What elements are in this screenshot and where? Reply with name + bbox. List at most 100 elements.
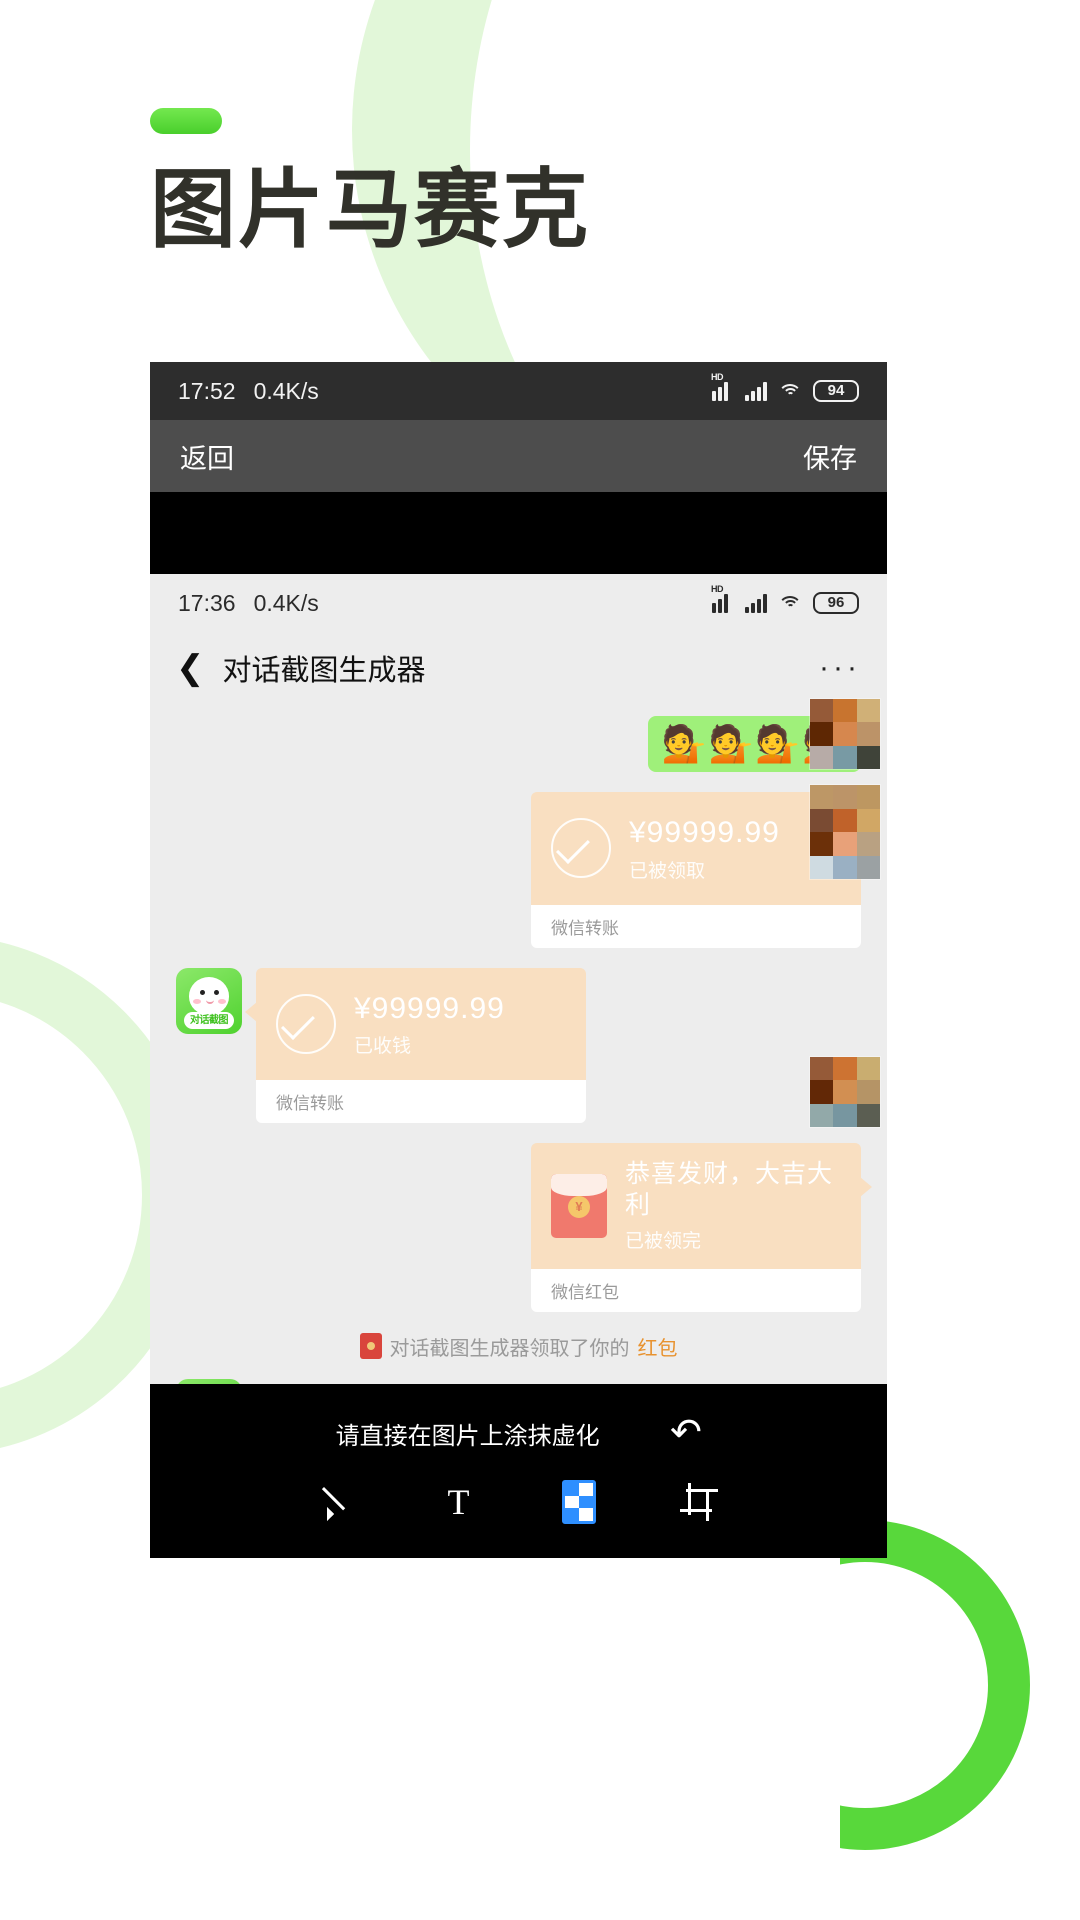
text-tool-button[interactable]: T bbox=[433, 1476, 485, 1528]
mosaic-cell bbox=[833, 1103, 857, 1127]
editor-top-toolbar: 返回 保存 bbox=[150, 420, 887, 492]
pen-icon bbox=[320, 1483, 358, 1521]
signal-hd-icon: HD bbox=[711, 584, 734, 613]
mosaic-cell bbox=[856, 1080, 880, 1104]
chat-title: 对话截图生成器 bbox=[222, 655, 426, 687]
poster-headline-block: 图片马赛克 bbox=[150, 108, 590, 257]
transfer-card-head: ¥99999.99 已收钱 bbox=[245, 967, 586, 1080]
editor-hint-text: 请直接在图片上涂抹虚化 bbox=[335, 1422, 600, 1450]
back-button[interactable]: 返回 bbox=[180, 437, 234, 476]
mosaic-cell bbox=[833, 722, 857, 746]
transfer-amount: ¥99999.99 bbox=[354, 991, 505, 1025]
mosaic-cell bbox=[856, 722, 880, 746]
mosaic-cell bbox=[856, 1103, 880, 1127]
mosaic-cell bbox=[833, 1057, 857, 1081]
transfer-card-received[interactable]: ¥99999.99 已收钱 微信转账 bbox=[245, 967, 586, 1123]
emoji-glyph: 💁 bbox=[755, 723, 801, 764]
sticker-line-1: 无形装逼 bbox=[304, 1379, 420, 1385]
avatar-tag-label: 对话截图 bbox=[184, 1011, 234, 1029]
mosaic-cell bbox=[833, 808, 857, 832]
red-packet-coin: ¥ bbox=[568, 1195, 590, 1218]
mosaic-cell bbox=[856, 855, 880, 879]
mosaic-cell bbox=[833, 699, 857, 723]
avatar-eye bbox=[200, 989, 205, 995]
mosaic-cell bbox=[833, 785, 857, 809]
mosaic-cell bbox=[810, 699, 834, 723]
crop-tool-button[interactable] bbox=[673, 1476, 725, 1528]
status-left-group: 17:52 0.4K/s bbox=[178, 378, 319, 405]
inner-status-netspeed: 0.4K/s bbox=[253, 589, 319, 616]
battery-icon: 94 bbox=[813, 380, 859, 402]
mosaic-cell bbox=[810, 745, 834, 769]
avatar-cheek bbox=[218, 998, 226, 1004]
chat-nav-bar: ❮ 对话截图生成器 ··· bbox=[150, 632, 887, 704]
mosaic-cell bbox=[810, 832, 834, 856]
mosaic-block-2 bbox=[809, 784, 881, 880]
mosaic-cell bbox=[810, 855, 834, 879]
bubble-tail bbox=[860, 1177, 872, 1197]
avatar-eye bbox=[214, 989, 219, 995]
save-button[interactable]: 保存 bbox=[803, 437, 857, 476]
message-row-transfer-sent: ¥99999.99 已被领取 微信转账 bbox=[150, 792, 887, 948]
mosaic-cell bbox=[856, 699, 880, 723]
status-time: 17:52 bbox=[178, 377, 236, 404]
chevron-left-icon[interactable]: ❮ bbox=[176, 651, 205, 685]
signal-icon bbox=[745, 593, 767, 613]
mosaic-cell bbox=[833, 855, 857, 879]
mosaic-cell bbox=[810, 1103, 834, 1127]
mosaic-cell bbox=[810, 722, 834, 746]
mosaic-block-3 bbox=[809, 1056, 881, 1128]
message-row-emoji: 💁 💁 💁 💁 bbox=[150, 716, 887, 772]
message-row-red-packet: ¥ 恭喜发财，大吉大利 已被领完 微信红包 bbox=[150, 1143, 887, 1312]
accent-pill bbox=[150, 108, 222, 134]
mosaic-icon bbox=[561, 1480, 596, 1524]
emoji-glyph: 💁 bbox=[661, 723, 707, 764]
mosaic-cell bbox=[856, 832, 880, 856]
wifi-icon bbox=[778, 594, 802, 613]
outer-status-bar: 17:52 0.4K/s HD 94 bbox=[150, 362, 887, 420]
red-packet-lid bbox=[551, 1173, 607, 1196]
battery-icon: 96 bbox=[813, 592, 859, 614]
sticker-image[interactable]: 无形装逼 毫不留迹 bbox=[258, 1379, 488, 1385]
transfer-text-group: ¥99999.99 已被领取 bbox=[629, 814, 780, 883]
page-title: 图片马赛克 bbox=[150, 162, 590, 258]
message-row-transfer-received: 对话截图 ¥99999.99 已收钱 微信转账 bbox=[150, 967, 887, 1123]
letterbox-top bbox=[150, 492, 887, 574]
mosaic-cell bbox=[833, 745, 857, 769]
mosaic-cell bbox=[810, 808, 834, 832]
mosaic-tool-button[interactable] bbox=[553, 1476, 605, 1528]
status-netspeed: 0.4K/s bbox=[253, 377, 319, 404]
transfer-card-footer: 微信转账 bbox=[531, 904, 861, 948]
more-dots-icon[interactable]: ··· bbox=[819, 651, 861, 685]
transfer-text-group: ¥99999.99 已收钱 bbox=[354, 990, 505, 1059]
message-row-sticker: 对话截图 无形装逼 毫不留迹 bbox=[150, 1378, 887, 1385]
system-tip-text: 对话截图生成器领取了你的 bbox=[389, 1337, 630, 1360]
status-right-group: HD 94 bbox=[711, 372, 859, 402]
transfer-card-footer: 微信转账 bbox=[256, 1080, 586, 1123]
mosaic-cell bbox=[810, 1080, 834, 1104]
red-packet-head: ¥ 恭喜发财，大吉大利 已被领完 bbox=[531, 1143, 872, 1269]
bubble-tail bbox=[245, 1001, 257, 1022]
mosaic-cell bbox=[856, 1057, 880, 1081]
system-tip-highlight: 红包 bbox=[637, 1337, 678, 1360]
inner-status-left: 17:36 0.4K/s bbox=[178, 590, 319, 617]
phone-screenshot: 17:52 0.4K/s HD 94 返回 保存 17:36 0.4K/s HD… bbox=[150, 362, 887, 1558]
inner-status-time: 17:36 bbox=[178, 589, 236, 616]
undo-icon[interactable]: ↷ bbox=[670, 1412, 702, 1454]
avatar-mouth bbox=[206, 999, 214, 1004]
red-packet-text-group: 恭喜发财，大吉大利 已被领完 bbox=[625, 1159, 841, 1253]
avatar[interactable]: 对话截图 bbox=[176, 1378, 242, 1384]
text-icon: T bbox=[447, 1482, 470, 1522]
mosaic-cell bbox=[833, 1080, 857, 1104]
red-packet-greeting: 恭喜发财，大吉大利 bbox=[625, 1160, 834, 1220]
editor-bottom-toolbar: 请直接在图片上涂抹虚化 ↷ T bbox=[150, 1384, 887, 1558]
pen-tool-button[interactable] bbox=[313, 1476, 365, 1528]
transfer-status: 已被领取 bbox=[629, 860, 706, 882]
edited-image-canvas[interactable]: 17:36 0.4K/s HD 96 ❮ 对话截图生成器 ··· 💁 💁 💁 ¥… bbox=[150, 574, 887, 1384]
system-tip: 对话截图生成器领取了你的 红包 bbox=[150, 1332, 887, 1361]
avatar[interactable]: 对话截图 bbox=[176, 967, 242, 1034]
chat-message-list: 💁 💁 💁 💁 ¥99999.99 已被领取 bbox=[150, 698, 887, 1385]
wifi-icon bbox=[778, 382, 802, 401]
red-packet-card[interactable]: ¥ 恭喜发财，大吉大利 已被领完 微信红包 bbox=[531, 1143, 872, 1312]
red-packet-footer: 微信红包 bbox=[531, 1268, 861, 1312]
